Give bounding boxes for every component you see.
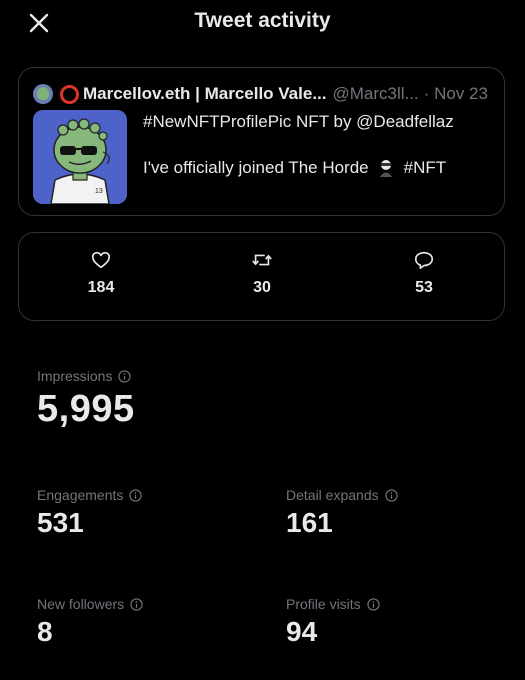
replies-metric[interactable]: 53 bbox=[364, 249, 484, 297]
profile-visits-label-row: Profile visits bbox=[286, 596, 380, 612]
tweet-image-number: 13 bbox=[95, 188, 103, 195]
likes-count: 184 bbox=[87, 279, 115, 296]
likes-metric[interactable]: 184 bbox=[41, 249, 161, 297]
avatar[interactable] bbox=[33, 84, 53, 104]
replies-count: 53 bbox=[415, 279, 433, 296]
tweet-nft-image[interactable]: 13 bbox=[33, 110, 127, 204]
tweet-date: · Nov 23 bbox=[423, 84, 488, 103]
profile-visits-value: 94 bbox=[286, 616, 318, 647]
info-icon[interactable] bbox=[367, 597, 380, 611]
reply-icon bbox=[414, 251, 434, 270]
impressions-stat: Impressions 5,995 bbox=[37, 368, 135, 431]
impressions-label: Impressions bbox=[37, 368, 113, 384]
zombie-nft-illustration: 13 bbox=[33, 110, 127, 204]
author-name[interactable]: Marcellov.eth | Marcello Vale... bbox=[83, 84, 327, 104]
red-circle-icon bbox=[60, 84, 79, 104]
ninja-emoji-icon bbox=[379, 160, 392, 177]
engagements-stat: Engagements 531 bbox=[37, 487, 143, 539]
tweet-text-line2: I've officially joined The Horde #NFT bbox=[143, 158, 446, 178]
impressions-label-row: Impressions bbox=[37, 368, 135, 384]
engagements-label-row: Engagements bbox=[37, 487, 143, 503]
new-followers-stat: New followers 8 bbox=[37, 596, 143, 648]
info-icon[interactable] bbox=[384, 488, 398, 502]
page-title: Tweet activity bbox=[194, 9, 331, 32]
tweet-text: I've officially joined The Horde bbox=[143, 158, 369, 177]
engagements-label: Engagements bbox=[37, 487, 124, 503]
author-handle[interactable]: @Marc3ll... bbox=[333, 84, 419, 104]
profile-visits-label: Profile visits bbox=[286, 596, 361, 612]
engagement-metrics: 184 30 53 bbox=[18, 232, 505, 321]
hashtag-link[interactable]: #NFT bbox=[404, 158, 447, 178]
tweet-text-line1: #NewNFTProfilePic NFT by @Deadfellaz bbox=[143, 112, 454, 131]
new-followers-label: New followers bbox=[37, 596, 125, 612]
detail-expands-value: 161 bbox=[286, 507, 333, 538]
info-icon[interactable] bbox=[130, 597, 143, 611]
info-icon[interactable] bbox=[129, 488, 143, 502]
new-followers-label-row: New followers bbox=[37, 596, 143, 612]
retweets-count: 30 bbox=[253, 279, 271, 296]
detail-expands-label: Detail expands bbox=[286, 487, 379, 503]
new-followers-value: 8 bbox=[37, 616, 53, 647]
tweet-card[interactable]: Marcellov.eth | Marcello Vale... @Marc3l… bbox=[18, 67, 505, 216]
impressions-value: 5,995 bbox=[37, 388, 135, 430]
retweets-metric[interactable]: 30 bbox=[202, 249, 322, 297]
engagements-value: 531 bbox=[37, 507, 84, 538]
heart-icon bbox=[91, 251, 111, 269]
info-icon[interactable] bbox=[118, 369, 132, 383]
header: Tweet activity bbox=[0, 0, 525, 44]
detail-expands-label-row: Detail expands bbox=[286, 487, 398, 503]
tweet-header: Marcellov.eth | Marcello Vale... @Marc3l… bbox=[33, 82, 492, 106]
detail-expands-stat: Detail expands 161 bbox=[286, 487, 398, 539]
retweet-icon bbox=[252, 254, 272, 266]
profile-visits-stat: Profile visits 94 bbox=[286, 596, 380, 648]
